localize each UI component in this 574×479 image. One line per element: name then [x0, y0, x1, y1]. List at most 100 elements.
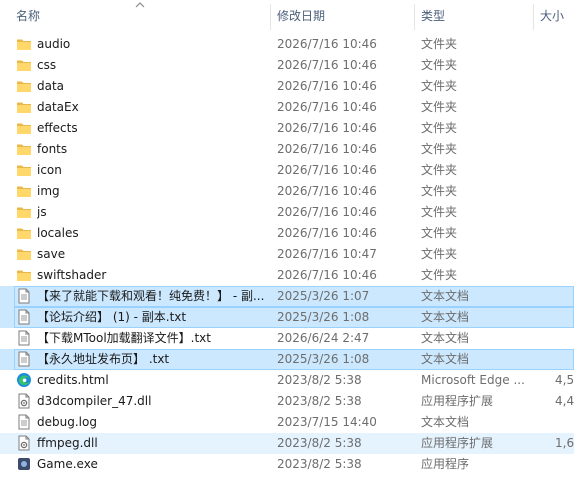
file-size: 4,5 — [555, 373, 574, 387]
file-name: d3dcompiler_47.dll — [37, 394, 152, 408]
text-file-icon — [16, 288, 32, 304]
dll-file-icon — [16, 435, 32, 451]
folder-icon — [16, 246, 32, 262]
file-name: dataEx — [37, 100, 79, 114]
file-row[interactable]: Game.exe 2023/8/2 5:38 应用程序 — [0, 454, 574, 475]
file-type: 文件夹 — [421, 226, 458, 240]
file-row[interactable]: 【论坛介绍】 (1) - 副本.txt 2025/3/26 1:08 文本文档 — [0, 307, 574, 328]
folder-icon — [16, 36, 32, 52]
file-modified-date: 2023/8/2 5:38 — [277, 436, 362, 450]
folder-icon — [16, 225, 32, 241]
text-file-icon — [16, 309, 32, 325]
file-name: swiftshader — [37, 268, 107, 282]
file-row[interactable]: fonts 2026/7/16 10:46 文件夹 — [0, 139, 574, 160]
file-type: 文件夹 — [421, 184, 458, 198]
folder-icon — [16, 141, 32, 157]
file-row[interactable]: save 2026/7/16 10:47 文件夹 — [0, 244, 574, 265]
column-header-type[interactable]: 类型 — [415, 0, 533, 32]
file-type: 文本文档 — [421, 289, 470, 303]
folder-icon — [16, 267, 32, 283]
file-modified-date: 2026/7/16 10:46 — [277, 37, 377, 51]
file-list: audio 2026/7/16 10:46 文件夹 css 2026/7/16 10:4… — [0, 34, 574, 475]
file-type: 文件夹 — [421, 37, 458, 51]
edge-icon — [16, 372, 32, 388]
file-name: data — [37, 79, 65, 93]
file-row[interactable]: debug.log 2023/7/15 14:40 文本文档 — [0, 412, 574, 433]
file-modified-date: 2026/7/16 10:46 — [277, 142, 377, 156]
text-file-icon — [16, 351, 32, 367]
text-file-icon — [16, 330, 32, 346]
file-row[interactable]: credits.html 2023/8/2 5:38 Microsoft Edge … — [0, 370, 574, 391]
sort-ascending-icon — [135, 2, 145, 8]
file-name: locales — [37, 226, 79, 240]
folder-icon — [16, 99, 32, 115]
file-row[interactable]: 【永久地址发布页】 .txt 2025/3/26 1:08 文本文档 — [0, 349, 574, 370]
file-modified-date: 2025/3/26 1:08 — [277, 352, 370, 366]
file-name: ffmpeg.dll — [37, 436, 98, 450]
file-row[interactable]: data 2026/7/16 10:46 文件夹 — [0, 76, 574, 97]
file-modified-date: 2023/8/2 5:38 — [277, 373, 362, 387]
folder-icon — [16, 162, 32, 178]
file-modified-date: 2026/7/16 10:46 — [277, 184, 377, 198]
file-type: 文本文档 — [421, 331, 470, 345]
file-row[interactable]: effects 2026/7/16 10:46 文件夹 — [0, 118, 574, 139]
file-modified-date: 2026/7/16 10:46 — [277, 163, 377, 177]
file-name: fonts — [37, 142, 68, 156]
file-type: 文件夹 — [421, 268, 458, 282]
file-size: 1,6 — [555, 436, 574, 450]
folder-icon — [16, 120, 32, 136]
column-header-size[interactable]: 大小 — [534, 0, 574, 32]
file-type: 文件夹 — [421, 142, 458, 156]
file-type: 文件夹 — [421, 247, 458, 261]
file-name: debug.log — [37, 415, 97, 429]
file-name: effects — [37, 121, 78, 135]
file-type: 文本文档 — [421, 352, 470, 366]
file-type: 文本文档 — [421, 310, 470, 324]
file-type: 文件夹 — [421, 163, 458, 177]
file-row[interactable]: js 2026/7/16 10:46 文件夹 — [0, 202, 574, 223]
file-row[interactable]: css 2026/7/16 10:46 文件夹 — [0, 55, 574, 76]
file-name: save — [37, 247, 66, 261]
file-row[interactable]: 【下载MTool加载翻译文件】.txt 2026/6/24 2:47 文本文档 — [0, 328, 574, 349]
file-name: img — [37, 184, 60, 198]
file-name: 【论坛介绍】 (1) - 副本.txt — [37, 310, 187, 324]
file-type: 文件夹 — [421, 100, 458, 114]
file-row[interactable]: dataEx 2026/7/16 10:46 文件夹 — [0, 97, 574, 118]
file-row[interactable]: locales 2026/7/16 10:46 文件夹 — [0, 223, 574, 244]
file-modified-date: 2026/7/16 10:46 — [277, 226, 377, 240]
file-name: credits.html — [37, 373, 109, 387]
file-name: 【永久地址发布页】 .txt — [37, 352, 170, 366]
file-modified-date: 2026/7/16 10:46 — [277, 100, 377, 114]
file-type: Microsoft Edge ... — [421, 373, 525, 387]
folder-icon — [16, 204, 32, 220]
file-row[interactable]: d3dcompiler_47.dll 2023/8/2 5:38 应用程序扩展 4,4 — [0, 391, 574, 412]
file-row[interactable]: audio 2026/7/16 10:46 文件夹 — [0, 34, 574, 55]
text-file-icon — [16, 414, 32, 430]
file-row[interactable]: swiftshader 2026/7/16 10:46 文件夹 — [0, 265, 574, 286]
folder-icon — [16, 57, 32, 73]
file-modified-date: 2026/7/16 10:46 — [277, 205, 377, 219]
file-name: icon — [37, 163, 62, 177]
column-header-date[interactable]: 修改日期 — [271, 0, 414, 32]
file-type: 文件夹 — [421, 205, 458, 219]
file-type: 文件夹 — [421, 79, 458, 93]
file-row[interactable]: 【来了就能下载和观看！纯免费！】 - 副... 2025/3/26 1:07 文本文… — [0, 286, 574, 307]
file-type: 应用程序 — [421, 457, 470, 471]
file-modified-date: 2023/8/2 5:38 — [277, 394, 362, 408]
file-row[interactable]: ffmpeg.dll 2023/8/2 5:38 应用程序扩展 1,6 — [0, 433, 574, 454]
file-name: 【下载MTool加载翻译文件】.txt — [37, 331, 211, 345]
file-name: css — [37, 58, 57, 72]
file-type: 文件夹 — [421, 58, 458, 72]
file-type: 文件夹 — [421, 121, 458, 135]
file-modified-date: 2023/7/15 14:40 — [277, 415, 377, 429]
file-row[interactable]: img 2026/7/16 10:46 文件夹 — [0, 181, 574, 202]
file-row[interactable]: icon 2026/7/16 10:46 文件夹 — [0, 160, 574, 181]
file-modified-date: 2025/3/26 1:07 — [277, 289, 370, 303]
file-name: 【来了就能下载和观看！纯免费！】 - 副... — [37, 289, 265, 303]
file-modified-date: 2026/7/16 10:47 — [277, 247, 377, 261]
folder-icon — [16, 183, 32, 199]
file-name: js — [37, 205, 47, 219]
file-modified-date: 2026/7/16 10:46 — [277, 58, 377, 72]
file-size: 4,4 — [555, 394, 574, 408]
file-modified-date: 2023/8/2 5:38 — [277, 457, 362, 471]
